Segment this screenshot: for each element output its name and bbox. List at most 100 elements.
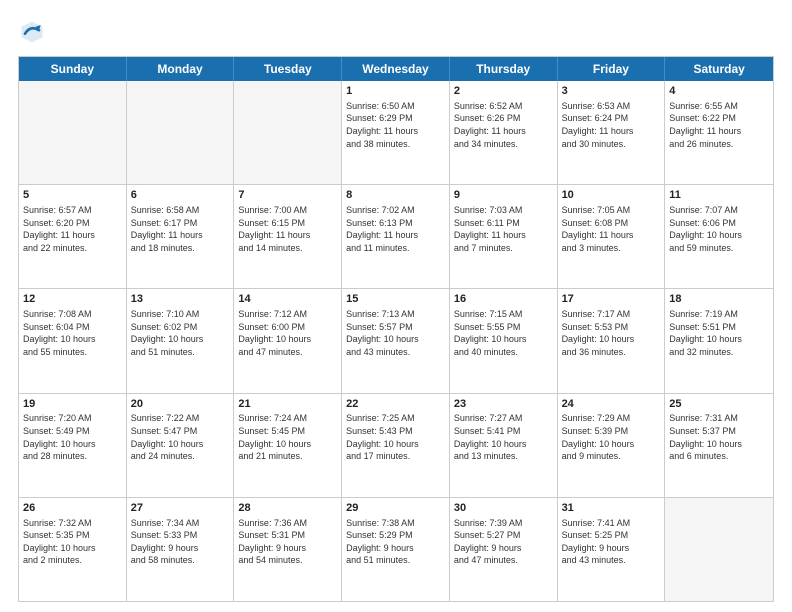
calendar-row-5: 26Sunrise: 7:32 AM Sunset: 5:35 PM Dayli… [19,497,773,601]
calendar-cell-empty-0-1 [127,81,235,184]
day-number: 12 [23,292,122,307]
calendar-cell-20: 20Sunrise: 7:22 AM Sunset: 5:47 PM Dayli… [127,394,235,497]
day-number: 26 [23,501,122,516]
cell-daylight-text: Sunrise: 7:38 AM Sunset: 5:29 PM Dayligh… [346,517,445,567]
day-number: 25 [669,397,769,412]
calendar-cell-13: 13Sunrise: 7:10 AM Sunset: 6:02 PM Dayli… [127,289,235,392]
calendar-cell-31: 31Sunrise: 7:41 AM Sunset: 5:25 PM Dayli… [558,498,666,601]
cell-daylight-text: Sunrise: 7:27 AM Sunset: 5:41 PM Dayligh… [454,412,553,462]
day-number: 9 [454,188,553,203]
cell-daylight-text: Sunrise: 7:29 AM Sunset: 5:39 PM Dayligh… [562,412,661,462]
day-number: 18 [669,292,769,307]
day-number: 31 [562,501,661,516]
cell-daylight-text: Sunrise: 7:20 AM Sunset: 5:49 PM Dayligh… [23,412,122,462]
day-number: 10 [562,188,661,203]
weekday-header-monday: Monday [127,57,235,81]
calendar-row-3: 12Sunrise: 7:08 AM Sunset: 6:04 PM Dayli… [19,288,773,392]
calendar-row-1: 1Sunrise: 6:50 AM Sunset: 6:29 PM Daylig… [19,81,773,184]
cell-daylight-text: Sunrise: 6:50 AM Sunset: 6:29 PM Dayligh… [346,100,445,150]
calendar-cell-27: 27Sunrise: 7:34 AM Sunset: 5:33 PM Dayli… [127,498,235,601]
calendar-cell-29: 29Sunrise: 7:38 AM Sunset: 5:29 PM Dayli… [342,498,450,601]
day-number: 21 [238,397,337,412]
day-number: 23 [454,397,553,412]
weekday-header-tuesday: Tuesday [234,57,342,81]
cell-daylight-text: Sunrise: 7:39 AM Sunset: 5:27 PM Dayligh… [454,517,553,567]
day-number: 17 [562,292,661,307]
cell-daylight-text: Sunrise: 7:07 AM Sunset: 6:06 PM Dayligh… [669,204,769,254]
cell-daylight-text: Sunrise: 7:31 AM Sunset: 5:37 PM Dayligh… [669,412,769,462]
calendar-cell-26: 26Sunrise: 7:32 AM Sunset: 5:35 PM Dayli… [19,498,127,601]
day-number: 20 [131,397,230,412]
calendar-cell-18: 18Sunrise: 7:19 AM Sunset: 5:51 PM Dayli… [665,289,773,392]
cell-daylight-text: Sunrise: 7:12 AM Sunset: 6:00 PM Dayligh… [238,308,337,358]
calendar-cell-5: 5Sunrise: 6:57 AM Sunset: 6:20 PM Daylig… [19,185,127,288]
calendar-row-4: 19Sunrise: 7:20 AM Sunset: 5:49 PM Dayli… [19,393,773,497]
weekday-header-sunday: Sunday [19,57,127,81]
day-number: 8 [346,188,445,203]
page: SundayMondayTuesdayWednesdayThursdayFrid… [0,0,792,612]
cell-daylight-text: Sunrise: 7:34 AM Sunset: 5:33 PM Dayligh… [131,517,230,567]
logo [18,18,50,46]
calendar-cell-1: 1Sunrise: 6:50 AM Sunset: 6:29 PM Daylig… [342,81,450,184]
day-number: 29 [346,501,445,516]
cell-daylight-text: Sunrise: 7:05 AM Sunset: 6:08 PM Dayligh… [562,204,661,254]
calendar-cell-9: 9Sunrise: 7:03 AM Sunset: 6:11 PM Daylig… [450,185,558,288]
day-number: 7 [238,188,337,203]
cell-daylight-text: Sunrise: 7:25 AM Sunset: 5:43 PM Dayligh… [346,412,445,462]
header [18,18,774,46]
cell-daylight-text: Sunrise: 6:57 AM Sunset: 6:20 PM Dayligh… [23,204,122,254]
day-number: 11 [669,188,769,203]
calendar-cell-3: 3Sunrise: 6:53 AM Sunset: 6:24 PM Daylig… [558,81,666,184]
day-number: 13 [131,292,230,307]
calendar-cell-15: 15Sunrise: 7:13 AM Sunset: 5:57 PM Dayli… [342,289,450,392]
cell-daylight-text: Sunrise: 7:02 AM Sunset: 6:13 PM Dayligh… [346,204,445,254]
calendar-cell-25: 25Sunrise: 7:31 AM Sunset: 5:37 PM Dayli… [665,394,773,497]
day-number: 24 [562,397,661,412]
cell-daylight-text: Sunrise: 7:08 AM Sunset: 6:04 PM Dayligh… [23,308,122,358]
calendar-cell-16: 16Sunrise: 7:15 AM Sunset: 5:55 PM Dayli… [450,289,558,392]
day-number: 4 [669,84,769,99]
day-number: 22 [346,397,445,412]
cell-daylight-text: Sunrise: 7:22 AM Sunset: 5:47 PM Dayligh… [131,412,230,462]
calendar-cell-6: 6Sunrise: 6:58 AM Sunset: 6:17 PM Daylig… [127,185,235,288]
cell-daylight-text: Sunrise: 7:03 AM Sunset: 6:11 PM Dayligh… [454,204,553,254]
calendar-cell-19: 19Sunrise: 7:20 AM Sunset: 5:49 PM Dayli… [19,394,127,497]
cell-daylight-text: Sunrise: 6:53 AM Sunset: 6:24 PM Dayligh… [562,100,661,150]
calendar-cell-30: 30Sunrise: 7:39 AM Sunset: 5:27 PM Dayli… [450,498,558,601]
day-number: 5 [23,188,122,203]
cell-daylight-text: Sunrise: 7:41 AM Sunset: 5:25 PM Dayligh… [562,517,661,567]
weekday-header-thursday: Thursday [450,57,558,81]
cell-daylight-text: Sunrise: 6:52 AM Sunset: 6:26 PM Dayligh… [454,100,553,150]
calendar-row-2: 5Sunrise: 6:57 AM Sunset: 6:20 PM Daylig… [19,184,773,288]
cell-daylight-text: Sunrise: 7:17 AM Sunset: 5:53 PM Dayligh… [562,308,661,358]
calendar-cell-17: 17Sunrise: 7:17 AM Sunset: 5:53 PM Dayli… [558,289,666,392]
weekday-header-saturday: Saturday [665,57,773,81]
cell-daylight-text: Sunrise: 7:36 AM Sunset: 5:31 PM Dayligh… [238,517,337,567]
cell-daylight-text: Sunrise: 6:55 AM Sunset: 6:22 PM Dayligh… [669,100,769,150]
calendar-cell-4: 4Sunrise: 6:55 AM Sunset: 6:22 PM Daylig… [665,81,773,184]
day-number: 14 [238,292,337,307]
calendar-cell-7: 7Sunrise: 7:00 AM Sunset: 6:15 PM Daylig… [234,185,342,288]
cell-daylight-text: Sunrise: 6:58 AM Sunset: 6:17 PM Dayligh… [131,204,230,254]
cell-daylight-text: Sunrise: 7:00 AM Sunset: 6:15 PM Dayligh… [238,204,337,254]
calendar-header: SundayMondayTuesdayWednesdayThursdayFrid… [19,57,773,81]
weekday-header-friday: Friday [558,57,666,81]
calendar-cell-24: 24Sunrise: 7:29 AM Sunset: 5:39 PM Dayli… [558,394,666,497]
calendar-cell-2: 2Sunrise: 6:52 AM Sunset: 6:26 PM Daylig… [450,81,558,184]
day-number: 15 [346,292,445,307]
day-number: 30 [454,501,553,516]
day-number: 6 [131,188,230,203]
cell-daylight-text: Sunrise: 7:32 AM Sunset: 5:35 PM Dayligh… [23,517,122,567]
cell-daylight-text: Sunrise: 7:15 AM Sunset: 5:55 PM Dayligh… [454,308,553,358]
day-number: 27 [131,501,230,516]
calendar-cell-14: 14Sunrise: 7:12 AM Sunset: 6:00 PM Dayli… [234,289,342,392]
calendar-cell-11: 11Sunrise: 7:07 AM Sunset: 6:06 PM Dayli… [665,185,773,288]
logo-icon [18,18,46,46]
calendar-cell-empty-0-2 [234,81,342,184]
cell-daylight-text: Sunrise: 7:10 AM Sunset: 6:02 PM Dayligh… [131,308,230,358]
calendar-cell-22: 22Sunrise: 7:25 AM Sunset: 5:43 PM Dayli… [342,394,450,497]
day-number: 3 [562,84,661,99]
calendar: SundayMondayTuesdayWednesdayThursdayFrid… [18,56,774,602]
calendar-cell-empty-0-0 [19,81,127,184]
calendar-cell-23: 23Sunrise: 7:27 AM Sunset: 5:41 PM Dayli… [450,394,558,497]
